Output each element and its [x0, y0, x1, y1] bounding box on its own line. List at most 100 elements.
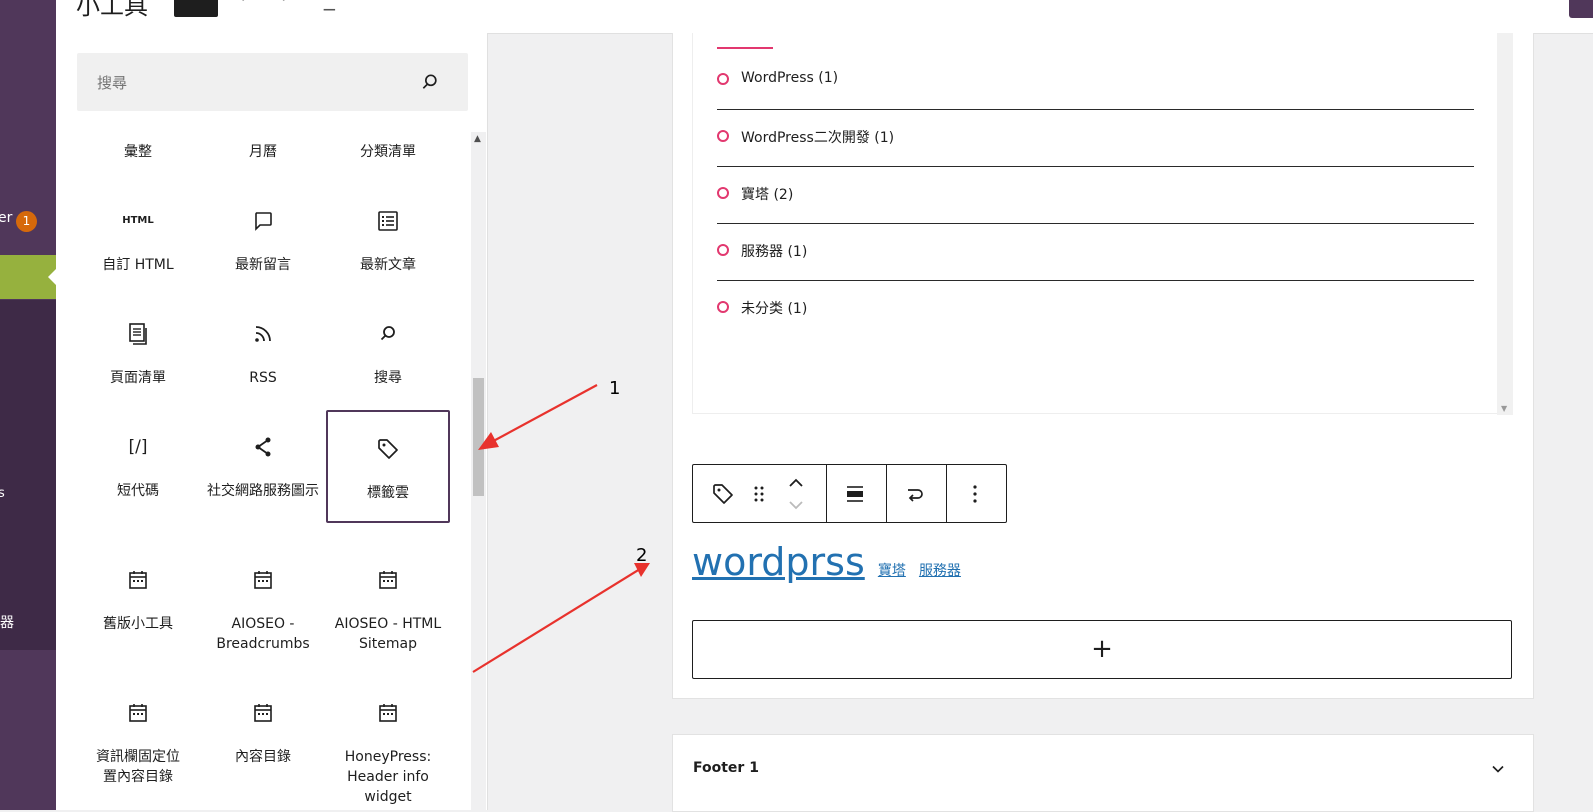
transform-icon[interactable] [903, 482, 927, 506]
pages-icon [126, 322, 150, 346]
block-label: HoneyPress: Header info widget [344, 749, 432, 805]
inserter-scrollbar[interactable]: ▲ [471, 132, 486, 810]
block-legacy-widget[interactable]: 舊版小工具 [76, 535, 200, 648]
search-icon [376, 322, 400, 346]
block-aioseo-breadcrumbs[interactable]: AIOSEO - Breadcrumbs [201, 535, 325, 652]
bullet-circle-icon [717, 187, 729, 199]
block-search[interactable]: 搜尋 [326, 289, 450, 402]
list-item[interactable]: WordPress (1) [717, 53, 1474, 110]
widget-area-footer[interactable]: Footer 1 [672, 734, 1534, 812]
tag-icon [376, 437, 400, 461]
admin-menu-label[interactable]: 器 [0, 612, 14, 632]
admin-menu-active-item[interactable] [0, 255, 56, 299]
categories-block[interactable]: WordPress (1) WordPress二次開發 (1) 寶塔 (2) 服… [692, 33, 1499, 414]
search-placeholder: 搜尋 [97, 74, 128, 92]
chevron-down-icon[interactable] [1488, 759, 1508, 779]
comment-icon [251, 209, 275, 233]
block-label: 資訊欄固定位置內容目錄 [96, 749, 180, 785]
share-icon [251, 435, 275, 459]
block-latest-comments[interactable]: 最新留言 [201, 176, 325, 289]
block-rss[interactable]: RSS [201, 289, 325, 402]
widget-icon [126, 701, 150, 725]
block-archives[interactable]: 彙整 [76, 131, 200, 160]
move-up-icon[interactable] [784, 471, 808, 495]
bullet-circle-icon [717, 244, 729, 256]
admin-menu-label[interactable]: s [0, 486, 5, 501]
tag-link[interactable]: 服務器 [919, 563, 961, 579]
block-label: 月曆 [249, 144, 277, 160]
list-item[interactable]: 寶塔 (2) [717, 167, 1474, 224]
annotation-label: 1 [609, 378, 621, 399]
list-item[interactable]: 未分类 (1) [717, 281, 1474, 337]
tag-cloud-block[interactable]: wordprss 寶塔 服務器 [692, 540, 961, 584]
inserter-toggle-button[interactable] [174, 0, 218, 17]
widget-icon [376, 568, 400, 592]
more-options-icon[interactable] [963, 482, 987, 506]
scrollbar-thumb[interactable] [473, 378, 484, 496]
post-list-icon [376, 209, 400, 233]
block-types-grid: 彙整 月曆 分類清單 HTML 自訂 HTML 最新留言 最新文章 頁面清單 R… [76, 131, 451, 810]
annotation-label: 2 [636, 545, 648, 566]
block-custom-html[interactable]: HTML 自訂 HTML [76, 176, 200, 289]
block-shortcode[interactable]: [/] 短代碼 [76, 402, 200, 515]
tag-link[interactable]: wordprss [692, 540, 865, 584]
list-item[interactable]: 服務器 (1) [717, 224, 1474, 281]
block-label: 最新留言 [235, 257, 291, 273]
block-label: 頁面清單 [110, 370, 166, 386]
block-aioseo-html-sitemap[interactable]: AIOSEO - HTML Sitemap [326, 535, 450, 652]
bullet-circle-icon [717, 130, 729, 142]
admin-submenu [0, 300, 56, 650]
block-label: 舊版小工具 [103, 616, 173, 632]
admin-menu-label[interactable]: er [0, 210, 12, 226]
category-link[interactable]: 未分类 (1) [741, 298, 807, 318]
page-title: 小工具 [76, 0, 148, 20]
block-label: 分類清單 [360, 144, 416, 160]
block-toolbar [692, 464, 1007, 523]
block-preview-scrollbar[interactable]: ▼ [1497, 33, 1513, 415]
block-label: AIOSEO - Breadcrumbs [216, 616, 310, 652]
widget-icon [251, 701, 275, 725]
block-toc[interactable]: 內容目錄 [201, 668, 325, 781]
list-item[interactable]: WordPress二次開發 (1) [717, 110, 1474, 167]
block-label: 標籤雲 [367, 485, 409, 501]
block-categories[interactable]: 分類清單 [326, 131, 450, 160]
toolbar-group-block [693, 465, 827, 522]
tag-link[interactable]: 寶塔 [878, 563, 906, 579]
toolbar-group-transform [886, 465, 947, 522]
block-label: 短代碼 [117, 483, 159, 499]
block-label: 社交網路服務圖示 [207, 483, 319, 499]
widget-area-card: WordPress (1) WordPress二次開發 (1) 寶塔 (2) 服… [672, 33, 1534, 699]
category-link[interactable]: WordPress二次開發 (1) [741, 127, 894, 147]
block-tag-cloud[interactable]: 標籤雲 [326, 410, 450, 523]
category-link[interactable]: WordPress (1) [741, 70, 838, 86]
block-label: RSS [249, 370, 277, 386]
block-calendar[interactable]: 月曆 [201, 131, 325, 160]
block-honeypress-header-info[interactable]: HoneyPress: Header info widget [326, 668, 450, 805]
block-page-list[interactable]: 頁面清單 [76, 289, 200, 402]
update-button[interactable] [1569, 0, 1593, 18]
block-inserter-panel: 搜尋 彙整 月曆 分類清單 HTML 自訂 HTML 最新留言 最新文章 頁面清… [56, 33, 488, 810]
block-label: 內容目錄 [235, 749, 291, 765]
widget-area-title: Footer 1 [693, 760, 759, 776]
tag-icon[interactable] [711, 482, 735, 506]
toolbar-group-align [826, 465, 887, 522]
block-latest-posts[interactable]: 最新文章 [326, 176, 450, 289]
category-link[interactable]: 寶塔 (2) [741, 184, 793, 204]
category-link[interactable]: 服務器 (1) [741, 241, 807, 261]
drag-handle-icon[interactable] [747, 482, 771, 506]
bullet-circle-icon [717, 301, 729, 313]
block-label: 最新文章 [360, 257, 416, 273]
header-tools-icon[interactable]: ↶↷ _ [238, 0, 349, 11]
admin-sidebar: er 1 s 器 [0, 0, 56, 810]
block-social-icons[interactable]: 社交網路服務圖示 [201, 402, 325, 515]
block-label: AIOSEO - HTML Sitemap [334, 616, 442, 652]
align-icon[interactable] [843, 482, 867, 506]
block-search-input[interactable]: 搜尋 [77, 53, 468, 111]
scroll-down-arrow-icon[interactable]: ▼ [1501, 404, 1507, 413]
search-icon [420, 72, 440, 92]
move-down-icon[interactable] [784, 493, 808, 517]
scroll-up-arrow-icon[interactable]: ▲ [474, 134, 481, 144]
block-sidebar-toc[interactable]: 資訊欄固定位置內容目錄 [76, 668, 200, 785]
bullet-circle-icon [717, 73, 729, 85]
add-block-button[interactable]: + [692, 620, 1512, 679]
